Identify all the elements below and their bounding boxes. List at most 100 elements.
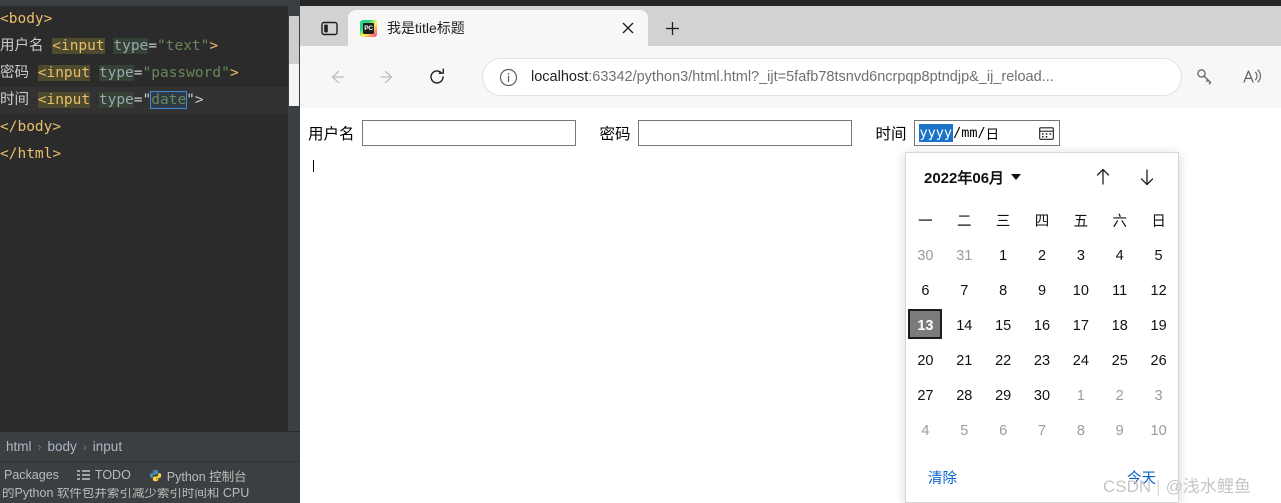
line-html-close[interactable]: </html> — [0, 141, 300, 168]
close-icon[interactable] — [616, 16, 640, 40]
calendar-day[interactable]: 21 — [945, 344, 984, 379]
code-token: <input — [37, 92, 91, 108]
code-token: = — [148, 38, 158, 54]
line-body-open[interactable]: <body> — [0, 6, 300, 33]
calendar-day[interactable]: 8 — [984, 274, 1023, 309]
tool-window-todo[interactable]: TODO — [76, 468, 131, 482]
calendar-day[interactable]: 26 — [1139, 344, 1178, 379]
password-input[interactable] — [637, 120, 852, 146]
tab-actions-icon[interactable] — [318, 17, 340, 39]
date-picker-popup[interactable]: 2022年06月 一 二 三 四 五 六 日 30 31 1 2 3 4 5 6… — [905, 152, 1179, 503]
calendar-day[interactable]: 12 — [1139, 274, 1178, 309]
calendar-day[interactable]: 6 — [984, 414, 1023, 449]
calendar-day[interactable]: 27 — [906, 379, 945, 414]
calendar-day[interactable]: 31 — [945, 239, 984, 274]
calendar-day[interactable]: 9 — [1100, 414, 1139, 449]
calendar-day[interactable]: 5 — [945, 414, 984, 449]
line-date[interactable]: 时间 <input type="date"> — [0, 87, 300, 114]
calendar-clear-button[interactable]: 清除 — [928, 467, 957, 488]
date-segment-day[interactable]: 日 — [986, 123, 1000, 143]
calendar-month-dropdown[interactable]: 2022年06月 — [924, 167, 1022, 188]
reload-button[interactable] — [422, 62, 452, 92]
code-editor[interactable]: <body> 用户名 <input type="text"> 密码 <input t… — [0, 6, 300, 431]
calendar-day[interactable]: 18 — [1100, 309, 1139, 344]
calendar-weekday-5: 六 — [1112, 214, 1127, 230]
code-token: "text" — [157, 38, 210, 54]
calendar-day[interactable]: 10 — [1061, 274, 1100, 309]
calendar-day[interactable]: 28 — [945, 379, 984, 414]
calendar-day[interactable]: 10 — [1139, 414, 1178, 449]
calendar-day[interactable]: 3 — [1061, 239, 1100, 274]
tool-window-label: Python 控制台 — [166, 469, 247, 484]
calendar-day[interactable]: 9 — [1023, 274, 1062, 309]
editor-scrollbar-thumb[interactable] — [289, 16, 299, 64]
date-segment-month[interactable]: mm — [961, 125, 977, 141]
breadcrumb-separator: › — [37, 439, 42, 454]
address-bar[interactable]: localhost:63342/python3/html.html?_ijt=5… — [482, 58, 1182, 96]
calendar-day[interactable]: 3 — [1139, 379, 1178, 414]
python-icon — [149, 469, 162, 482]
editor-scrollbar[interactable] — [288, 6, 300, 431]
calendar-day[interactable]: 16 — [1023, 309, 1062, 344]
line-password[interactable]: 密码 <input type="password"> — [0, 60, 300, 87]
browser-tab[interactable]: PC 我是title标题 — [348, 10, 648, 46]
breadcrumb[interactable]: html › body › input — [0, 431, 300, 461]
calendar-day[interactable]: 6 — [906, 274, 945, 309]
date-segment-year[interactable]: yyyy — [918, 124, 954, 142]
read-aloud-icon[interactable] — [1238, 62, 1268, 92]
calendar-day[interactable]: 1 — [984, 239, 1023, 274]
calendar-day[interactable]: 7 — [945, 274, 984, 309]
username-input[interactable] — [361, 120, 576, 146]
breadcrumb-item-html[interactable]: html — [6, 439, 32, 454]
line-username[interactable]: 用户名 <input type="text"> — [0, 33, 300, 60]
calendar-day[interactable]: 23 — [1023, 344, 1062, 379]
tool-window-packages[interactable]: Packages — [4, 468, 59, 482]
calendar-today-button[interactable]: 今天 — [1127, 467, 1156, 488]
calendar-day[interactable]: 15 — [984, 309, 1023, 344]
calendar-day-selected[interactable]: 13 — [906, 309, 945, 344]
line-body-close[interactable]: </body> — [0, 114, 300, 141]
forward-button[interactable] — [372, 62, 402, 92]
date-input[interactable]: yyyy / mm / 日 — [913, 120, 1060, 146]
tab-title: 我是title标题 — [387, 20, 465, 36]
password-key-icon[interactable] — [1190, 62, 1220, 92]
calendar-day[interactable]: 19 — [1139, 309, 1178, 344]
calendar-day[interactable]: 22 — [984, 344, 1023, 379]
calendar-day[interactable]: 4 — [906, 414, 945, 449]
calendar-day[interactable]: 25 — [1100, 344, 1139, 379]
calendar-day[interactable]: 7 — [1023, 414, 1062, 449]
calendar-day[interactable]: 30 — [906, 239, 945, 274]
edge-browser-window: PC 我是title标题 localhost:63342/python3/htm… — [300, 0, 1281, 503]
calendar-day[interactable]: 20 — [906, 344, 945, 379]
code-token: "password" — [142, 65, 230, 81]
calendar-day[interactable]: 2 — [1100, 379, 1139, 414]
pycharm-ide-pane: <body> 用户名 <input type="text"> 密码 <input t… — [0, 0, 300, 503]
calendar-day[interactable]: 8 — [1061, 414, 1100, 449]
previous-month-arrow-up-icon[interactable] — [1090, 164, 1116, 190]
calendar-day[interactable]: 4 — [1100, 239, 1139, 274]
chevron-down-icon — [1011, 174, 1022, 180]
tool-window-python-console[interactable]: Python 控制台 — [149, 466, 247, 485]
calendar-icon[interactable] — [1039, 125, 1055, 141]
next-month-arrow-down-icon[interactable] — [1134, 164, 1160, 190]
calendar-day[interactable]: 2 — [1023, 239, 1062, 274]
breadcrumb-separator: › — [82, 439, 87, 454]
site-info-icon[interactable] — [497, 66, 519, 88]
calendar-weekday-1: 二 — [957, 214, 972, 230]
back-button[interactable] — [322, 62, 352, 92]
calendar-day[interactable]: 30 — [1023, 379, 1062, 414]
calendar-day[interactable]: 14 — [945, 309, 984, 344]
breadcrumb-item-body[interactable]: body — [48, 439, 77, 454]
calendar-day[interactable]: 11 — [1100, 274, 1139, 309]
calendar-weekday-6: 日 — [1151, 214, 1166, 230]
code-token: type — [98, 65, 134, 81]
calendar-day[interactable]: 5 — [1139, 239, 1178, 274]
calendar-day[interactable]: 1 — [1061, 379, 1100, 414]
calendar-day[interactable]: 24 — [1061, 344, 1100, 379]
code-token: <input — [52, 38, 105, 54]
calendar-day[interactable]: 29 — [984, 379, 1023, 414]
calendar-day[interactable]: 17 — [1061, 309, 1100, 344]
new-tab-button[interactable] — [658, 14, 686, 42]
breadcrumb-item-input[interactable]: input — [93, 439, 122, 454]
